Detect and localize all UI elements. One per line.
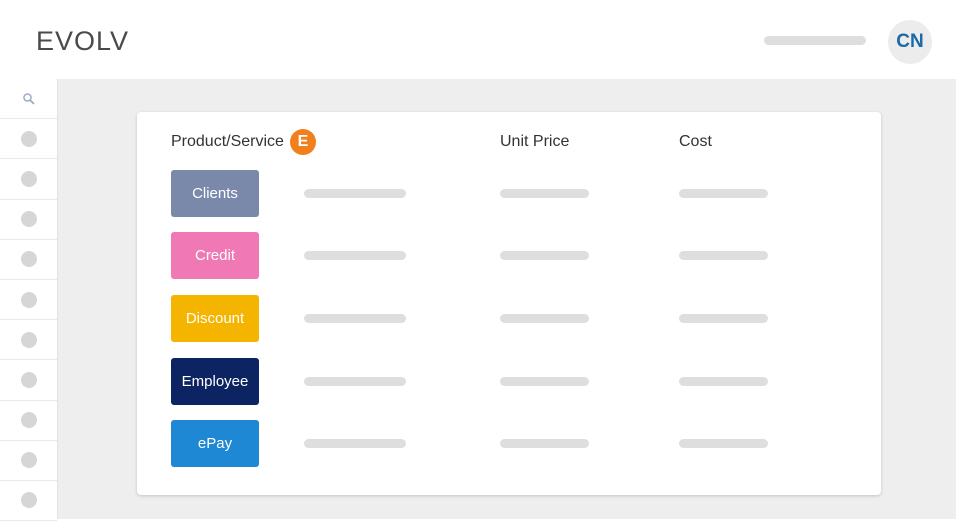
header-placeholder	[764, 36, 866, 45]
sidebar-dot-icon	[20, 251, 37, 268]
sidebar-item[interactable]	[0, 481, 57, 521]
sidebar-dot-icon	[20, 492, 37, 509]
sidebar-dot-icon	[20, 452, 37, 469]
row-placeholder-unit-price	[500, 439, 589, 448]
row-placeholder-cost	[679, 439, 768, 448]
row-placeholder-name	[304, 377, 406, 386]
app-logo: EVOLV	[36, 26, 130, 56]
user-avatar[interactable]: CN	[888, 20, 932, 64]
row-button-discount[interactable]: Discount	[171, 295, 259, 342]
sidebar-item[interactable]	[0, 280, 57, 321]
top-bar: EVOLV CN	[0, 0, 956, 79]
sidebar-dot-icon	[20, 211, 37, 228]
row-placeholder-name	[304, 189, 406, 198]
sidebar-dot-icon	[20, 291, 37, 308]
sidebar-item[interactable]	[0, 360, 57, 401]
sidebar-item[interactable]	[0, 200, 57, 240]
row-placeholder-cost	[679, 189, 768, 198]
row-placeholder-name	[304, 439, 406, 448]
column-header-cost: Cost	[679, 133, 712, 150]
row-placeholder-unit-price	[500, 189, 589, 198]
row-placeholder-unit-price	[500, 377, 589, 386]
sidebar-item[interactable]	[0, 159, 57, 200]
sidebar-item[interactable]	[0, 240, 57, 280]
sidebar-dot-icon	[20, 412, 37, 429]
row-placeholder-name	[304, 314, 406, 323]
sidebar-search[interactable]	[0, 79, 57, 120]
sidebar-item[interactable]	[0, 320, 57, 361]
row-placeholder-unit-price	[500, 251, 589, 260]
row-placeholder-cost	[679, 314, 768, 323]
sidebar-dot-icon	[20, 371, 37, 388]
row-placeholder-name	[304, 251, 406, 260]
row-placeholder-cost	[679, 377, 768, 386]
sidebar-dot-icon	[20, 170, 37, 187]
column-header-product: Product/Service	[171, 133, 284, 150]
row-placeholder-unit-price	[500, 314, 589, 323]
row-placeholder-cost	[679, 251, 768, 260]
sidebar-item[interactable]	[0, 441, 57, 481]
sidebar-dot-icon	[20, 331, 37, 348]
row-button-clients[interactable]: Clients	[171, 170, 259, 217]
sidebar-item[interactable]	[0, 119, 57, 160]
sidebar-item[interactable]	[0, 401, 57, 441]
sidebar-dot-icon	[20, 130, 37, 147]
row-button-credit[interactable]: Credit	[171, 232, 259, 279]
row-button-employee[interactable]: Employee	[171, 358, 259, 405]
column-header-unit-price: Unit Price	[500, 133, 570, 150]
sidebar	[0, 79, 58, 521]
search-icon[interactable]	[21, 91, 37, 107]
row-button-epay[interactable]: ePay	[171, 420, 259, 467]
product-badge: E	[290, 129, 316, 155]
